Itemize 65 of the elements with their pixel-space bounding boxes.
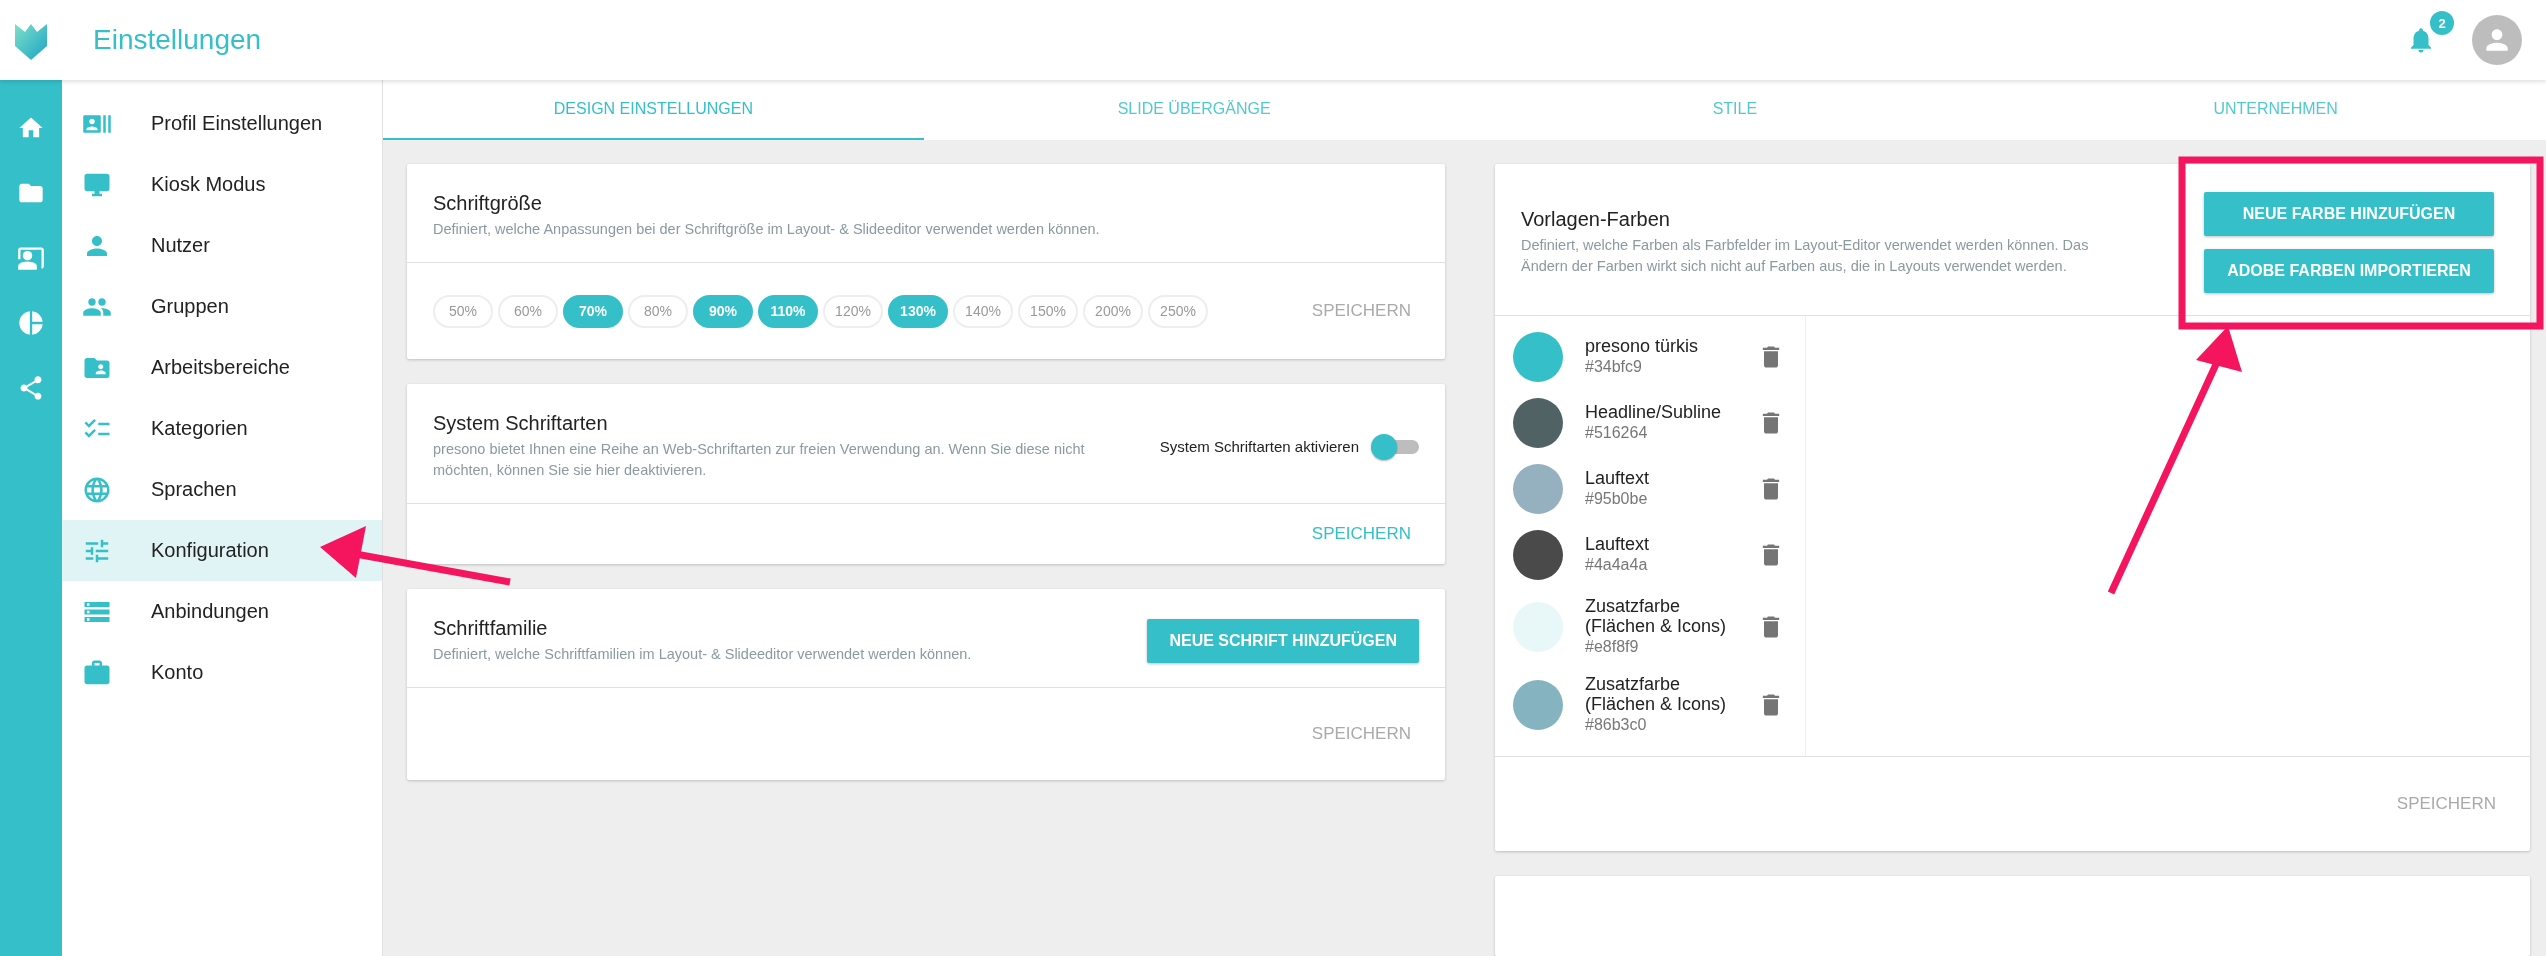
color-name: Zusatzfarbe (Flächen & Icons) xyxy=(1585,596,1728,636)
color-hex: #86b3c0 xyxy=(1585,715,1648,735)
card-description: Definiert, welche Schriftfamilien im Layout- & Slideeditor verwendet werden können. xyxy=(433,645,972,664)
color-action-button[interactable]: NEUE FARBE HINZUFÜGEN xyxy=(2204,192,2494,236)
sidebar-item-label: Profil Einstellungen xyxy=(151,112,323,135)
sidebar-item-label: Konfiguration xyxy=(151,539,269,562)
size-chip[interactable]: 70% xyxy=(563,294,623,328)
sidebar-item-label: Arbeitsbereiche xyxy=(151,356,290,379)
sidebar-item[interactable]: Gruppen xyxy=(62,276,382,337)
size-chip[interactable]: 110% xyxy=(758,294,818,328)
color-name: presono türkis xyxy=(1585,336,1700,356)
color-name: Lauftext xyxy=(1585,534,1651,554)
color-name: Zusatzfarbe (Flächen & Icons) xyxy=(1585,674,1728,714)
sidebar-item[interactable]: Anbindungen xyxy=(62,581,382,642)
color-action-button[interactable]: ADOBE FARBEN IMPORTIEREN xyxy=(2204,249,2494,293)
toggle-label: System Schriftarten aktivieren xyxy=(1159,438,1359,455)
add-font-button[interactable]: NEUE SCHRIFT HINZUFÜGEN xyxy=(1147,619,1419,663)
card-title: System Schriftarten xyxy=(433,412,609,435)
sidebar-item-label: Gruppen xyxy=(151,295,229,318)
sidebar-item[interactable]: Konfiguration xyxy=(62,520,382,581)
size-chip[interactable]: 50% xyxy=(433,294,493,328)
sidebar-item[interactable]: Kiosk Modus xyxy=(62,154,382,215)
color-name: Headline/Subline xyxy=(1585,402,1723,422)
notification-count: 2 xyxy=(2430,11,2454,35)
sidebar-item[interactable]: Sprachen xyxy=(62,459,382,520)
save-button[interactable]: SPEICHERN xyxy=(1303,716,1419,752)
avatar[interactable] xyxy=(2472,15,2522,65)
color-hex: #34bfc9 xyxy=(1585,357,1643,377)
card-title: Schriftgröße xyxy=(433,192,543,215)
toggle-switch[interactable] xyxy=(1371,432,1419,461)
size-chip[interactable]: 200% xyxy=(1083,294,1143,328)
save-button[interactable]: SPEICHERN xyxy=(1303,516,1419,552)
pie-chart-icon[interactable] xyxy=(17,309,45,337)
card-title: Schriftfamilie xyxy=(433,617,549,640)
sidebar-item-label: Kategorien xyxy=(151,417,248,440)
sidebar-item-label: Sprachen xyxy=(151,478,237,501)
size-chip[interactable]: 80% xyxy=(628,294,688,328)
size-chip[interactable]: 140% xyxy=(953,294,1013,328)
size-chip[interactable]: 150% xyxy=(1018,294,1078,328)
save-button[interactable]: SPEICHERN xyxy=(2388,786,2504,822)
size-chip[interactable]: 130% xyxy=(888,294,948,328)
sidebar-item[interactable]: Arbeitsbereiche xyxy=(62,337,382,398)
card-description: Definiert, welche Anpassungen bei der Schriftgröße im Layout- & Slideeditor verwendet werden können. xyxy=(433,220,1100,239)
sidebar-item[interactable]: Kategorien xyxy=(62,398,382,459)
color-name: Lauftext xyxy=(1585,468,1651,488)
color-hex: #95b0be xyxy=(1585,489,1649,509)
card-description: presono bietet Ihnen eine Reihe an Web-Schriftarten zur freien Verwendung an. Wenn Sie diese nicht möchten, können Sie sie hier deaktivieren. xyxy=(433,440,1086,480)
save-button[interactable]: SPEICHERN xyxy=(1303,293,1419,329)
sidebar-item[interactable]: Konto xyxy=(62,642,382,703)
sidebar-item[interactable]: Nutzer xyxy=(62,215,382,276)
color-hex: #4a4a4a xyxy=(1585,555,1649,575)
sidebar-item-label: Nutzer xyxy=(151,234,210,257)
size-chip[interactable]: 90% xyxy=(693,294,753,328)
size-chip[interactable]: 250% xyxy=(1148,294,1208,328)
sidebar-item-label: Kiosk Modus xyxy=(151,173,266,196)
color-hex: #e8f8f9 xyxy=(1585,637,1640,657)
sidebar-item-label: Konto xyxy=(151,661,204,684)
card-description: Definiert, welche Farben als Farbfelder im Layout-Editor verwendet werden können. Das Ändern der Farben wirkt sich nicht auf Farben aus, die in Layouts verwendet werden. xyxy=(1521,236,2090,276)
page-title: Einstellungen xyxy=(93,24,263,56)
sidebar-item[interactable]: Profil Einstellungen xyxy=(62,93,382,154)
size-chip[interactable]: 60% xyxy=(498,294,558,328)
sidebar-item-label: Anbindungen xyxy=(151,600,269,623)
card-title: Vorlagen-Farben xyxy=(1521,208,1671,231)
size-chip[interactable]: 120% xyxy=(823,294,883,328)
color-hex: #516264 xyxy=(1585,423,1649,443)
